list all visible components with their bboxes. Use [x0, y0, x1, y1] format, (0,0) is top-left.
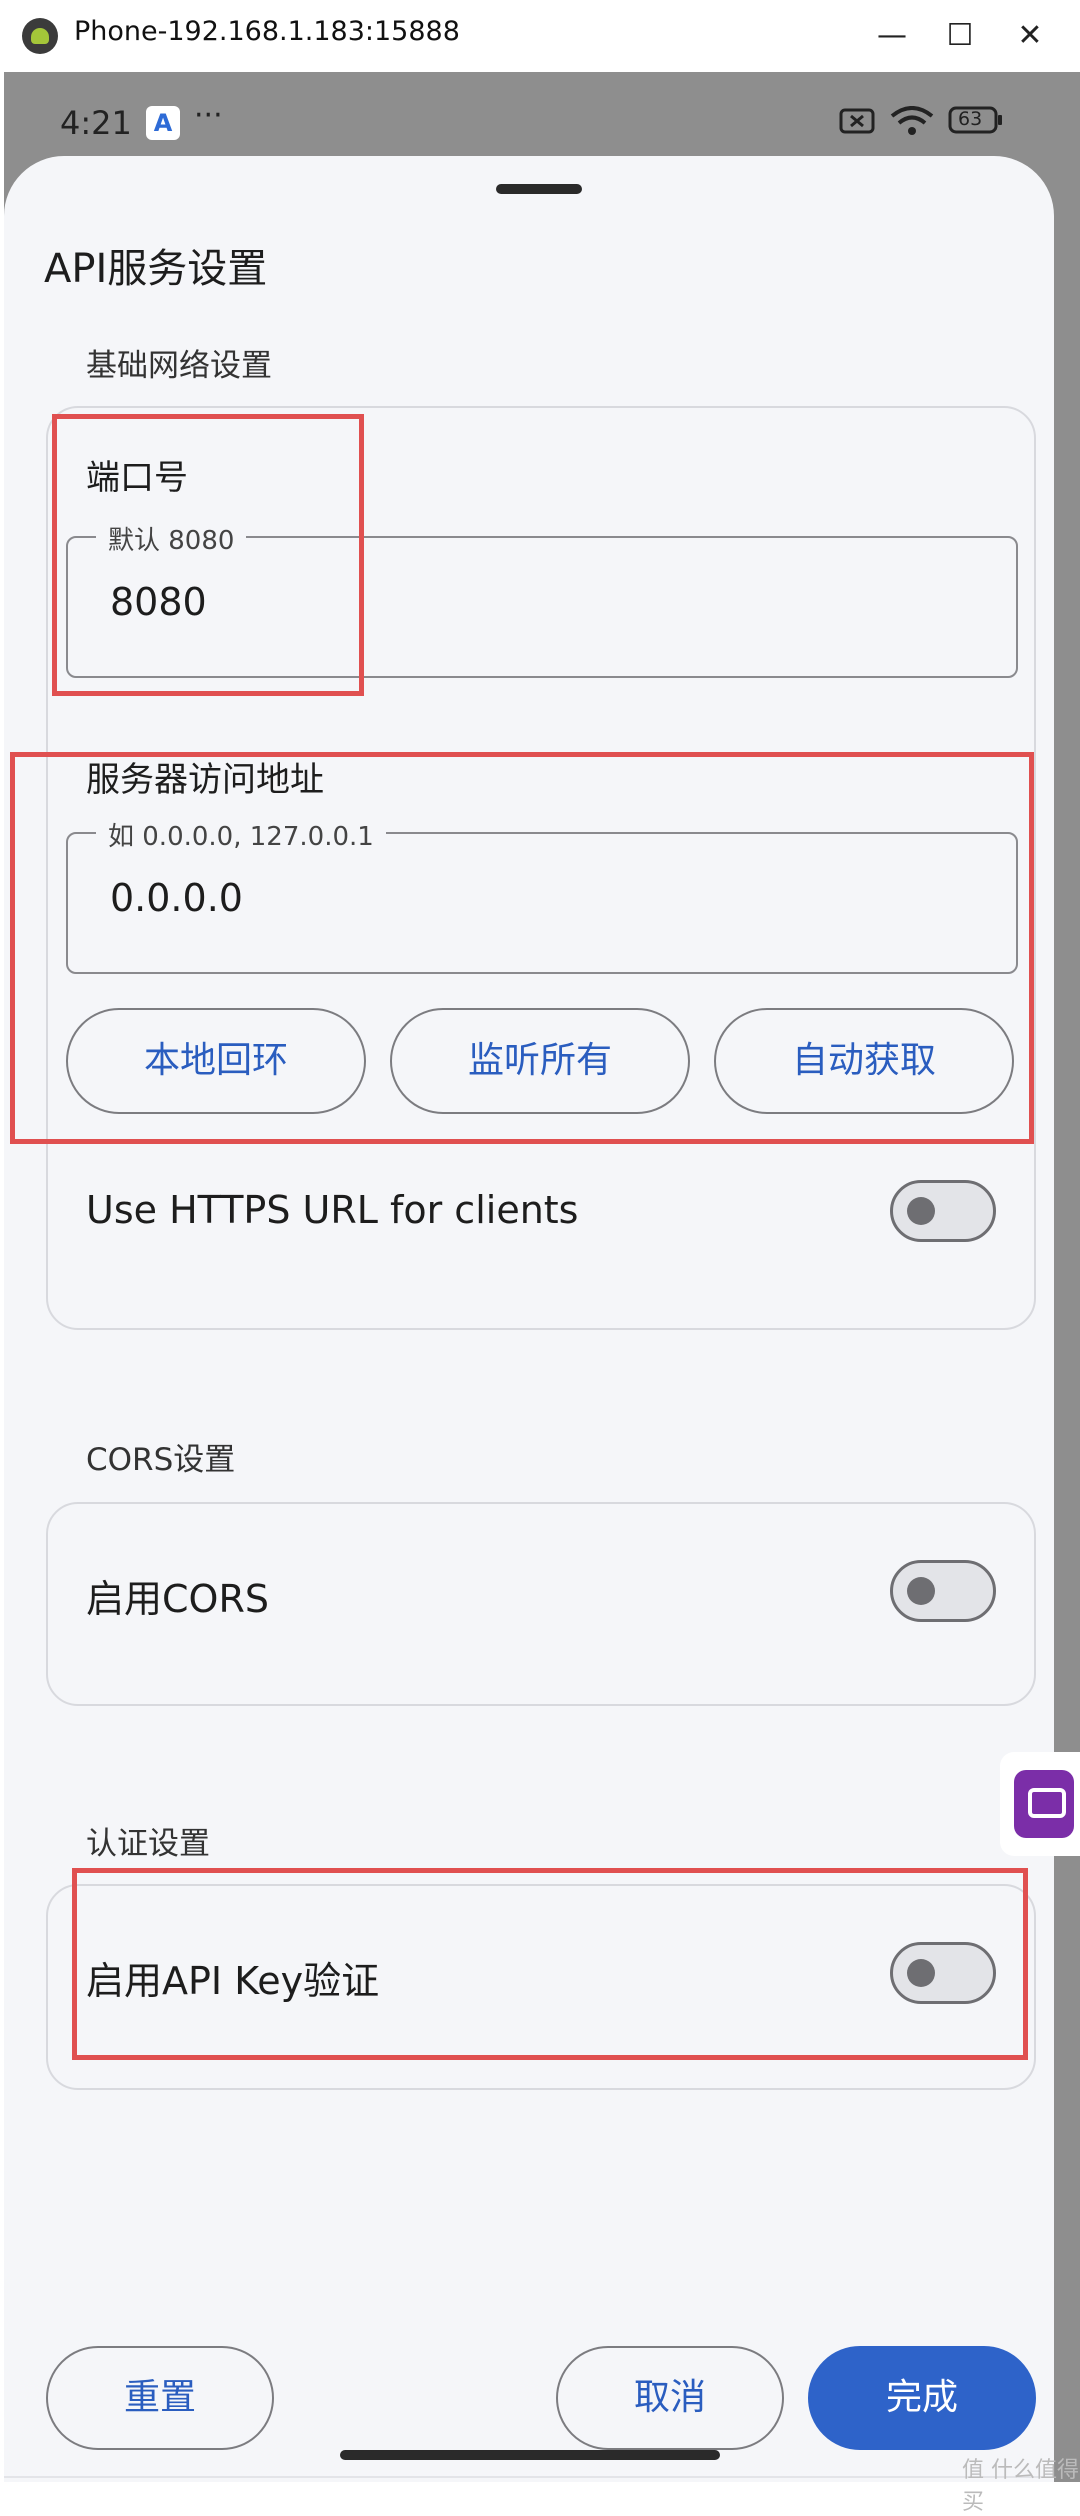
more-notifications-icon: ···	[194, 98, 223, 133]
window-title: Phone-192.168.1.183:15888	[74, 16, 460, 47]
wifi-icon	[890, 106, 934, 135]
auth-section-label: 认证设置	[86, 1826, 210, 1862]
cors-section-label: CORS设置	[86, 1442, 236, 1478]
minimize-button[interactable]: —	[862, 12, 922, 60]
reset-button[interactable]: 重置	[46, 2346, 274, 2450]
home-indicator[interactable]	[340, 2450, 720, 2460]
drag-handle[interactable]	[496, 184, 582, 194]
floating-tool-glyph	[1014, 1770, 1074, 1838]
window-titlebar: Phone-192.168.1.183:15888 — ☐ ✕	[0, 0, 1080, 72]
highlight-box-port	[52, 414, 364, 696]
app-notification-icon: A	[146, 106, 180, 140]
watermark: 值 什么值得买	[962, 2458, 1079, 2515]
https-label: Use HTTPS URL for clients	[86, 1188, 579, 1232]
done-button[interactable]: 完成	[808, 2346, 1036, 2450]
https-toggle[interactable]	[890, 1180, 996, 1242]
network-section-label: 基础网络设置	[86, 348, 272, 384]
cancel-button[interactable]: 取消	[556, 2346, 784, 2450]
cors-toggle[interactable]	[890, 1560, 996, 1622]
toggle-knob	[907, 1577, 935, 1605]
toggle-knob	[907, 1197, 935, 1225]
floating-tool-icon[interactable]	[1000, 1752, 1080, 1856]
close-button[interactable]: ✕	[1000, 12, 1060, 60]
battery-level: 63	[958, 108, 983, 130]
highlight-box-api-key	[72, 1868, 1028, 2060]
highlight-box-address	[10, 752, 1034, 1144]
maximize-button[interactable]: ☐	[930, 12, 990, 60]
status-time: 4:21	[60, 104, 132, 142]
cors-label: 启用CORS	[86, 1577, 269, 1621]
battery-icon: 63	[948, 106, 1004, 134]
android-icon	[22, 18, 58, 54]
no-sim-icon	[839, 108, 875, 134]
footer-divider	[4, 2476, 1054, 2478]
sheet-title: API服务设置	[44, 246, 268, 292]
